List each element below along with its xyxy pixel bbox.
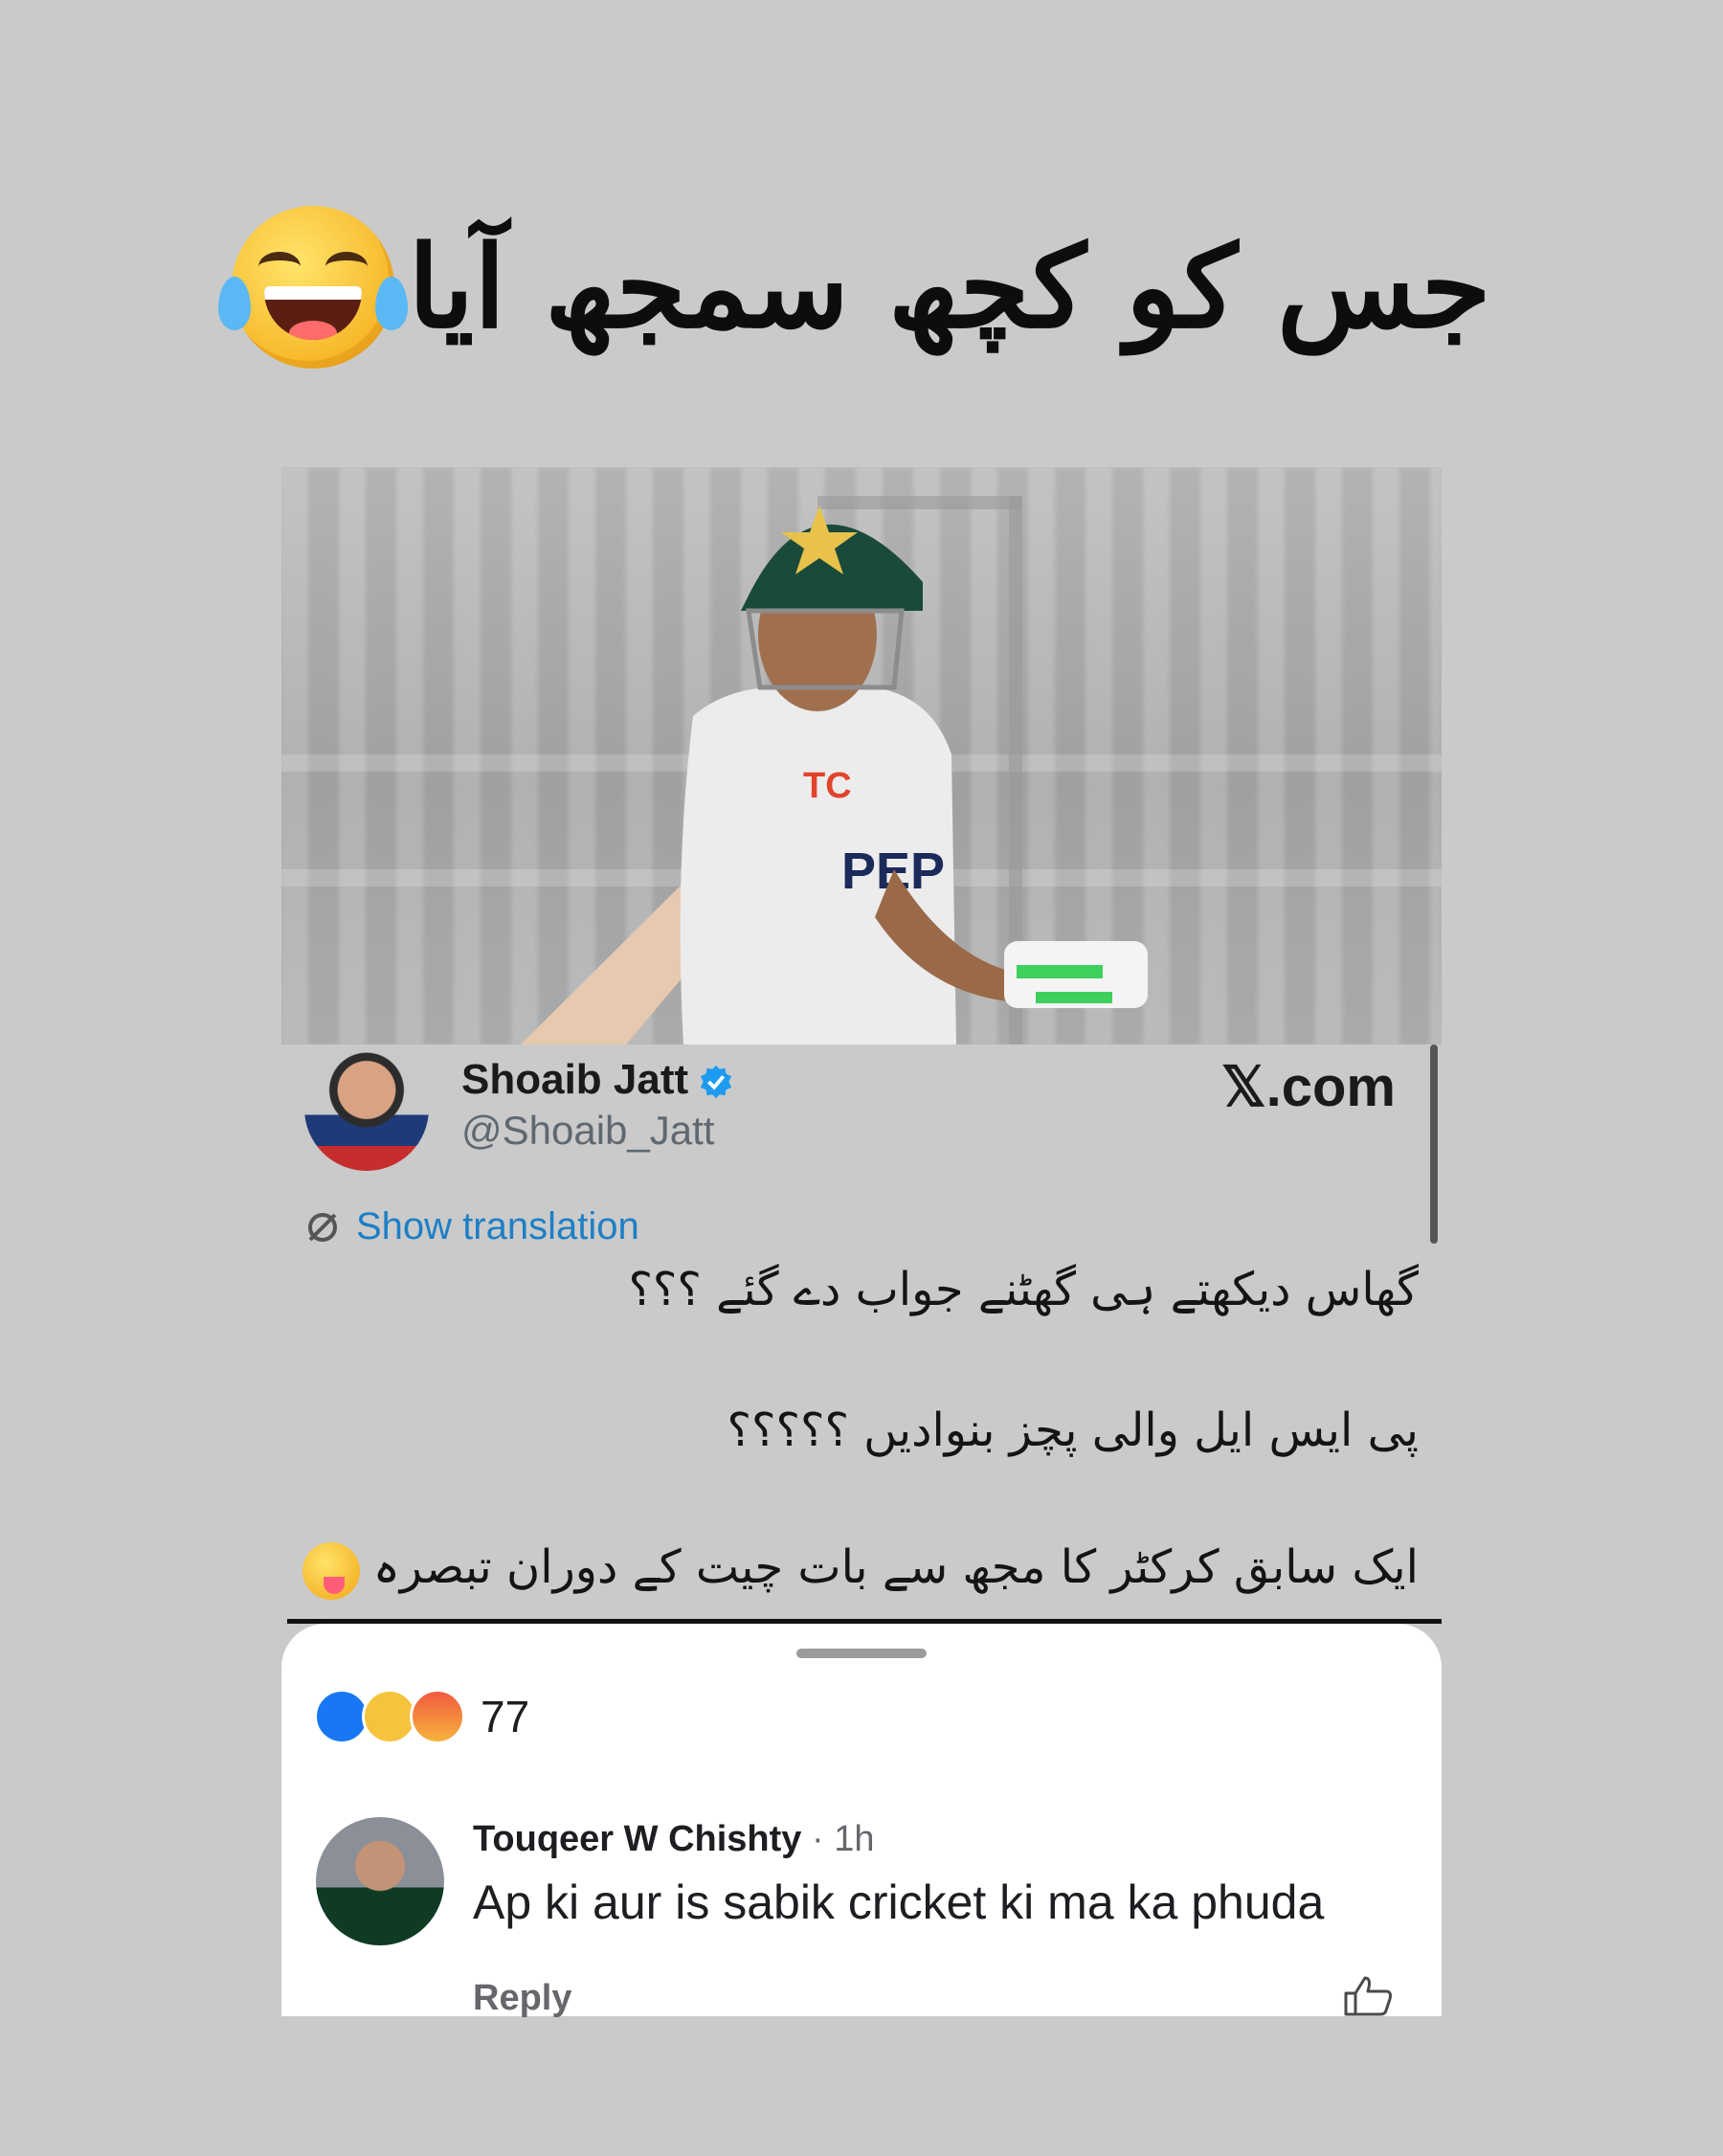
laughing-tears-emoji-icon	[218, 206, 409, 369]
author-handle[interactable]: @Shoaib_Jatt	[461, 1108, 714, 1154]
tweet-line-3-text: ایک سابق کرکٹر کا مجھ سے بات چیت کے دورا…	[372, 1540, 1419, 1594]
angry-reaction-icon	[410, 1689, 465, 1744]
winking-tongue-emoji-icon	[302, 1541, 360, 1600]
comment-time: · 1h	[811, 1819, 875, 1859]
scrollbar[interactable]	[1430, 1044, 1438, 1244]
tweet-line-1: گھاس دیکھتے ہی گھٹنے جواب دے گئے ؟؟؟	[628, 1263, 1419, 1316]
commenter-avatar[interactable]	[316, 1817, 444, 1945]
commenter-name-line[interactable]: Touqeer W Chishty · 1h	[473, 1819, 874, 1860]
show-translation-label[interactable]: Show translation	[356, 1205, 639, 1248]
reaction-count[interactable]: 77	[481, 1691, 529, 1742]
tweet-line-2: پی ایس ایل والی پچز بنوادیں ؟؟؟؟؟	[727, 1404, 1419, 1457]
translate-icon	[308, 1212, 337, 1242]
author-name-text[interactable]: Shoaib Jatt	[461, 1056, 688, 1103]
comment-text: Ap ki aur is sabik cricket ki ma ka phud…	[473, 1875, 1325, 1929]
tweet-line-3: ایک سابق کرکٹر کا مجھ سے بات چیت کے دورا…	[302, 1540, 1419, 1600]
headline: جس کو کچھ سمجھ آیا	[0, 191, 1723, 383]
reply-button[interactable]: Reply	[473, 1978, 571, 2019]
headline-text: جس کو کچھ سمجھ آیا	[408, 220, 1491, 353]
sheet-drag-handle[interactable]	[796, 1649, 927, 1658]
like-thumb-icon[interactable]	[1342, 1974, 1394, 2016]
author-name[interactable]: Shoaib Jatt	[461, 1056, 734, 1104]
post-photo: TC PEP	[281, 467, 1442, 1044]
show-translation-link[interactable]: Show translation	[304, 1205, 639, 1248]
reaction-summary[interactable]: 77	[314, 1689, 529, 1744]
comments-sheet: 77 Touqeer W Chishty · 1h Ap ki aur is s…	[281, 1624, 1442, 2019]
x-logo-source: 𝕏.com	[1220, 1056, 1396, 1118]
author-avatar[interactable]	[304, 1046, 429, 1171]
commenter-name[interactable]: Touqeer W Chishty	[473, 1819, 801, 1859]
svg-text:TC: TC	[803, 766, 852, 806]
tweet-card: Shoaib Jatt @Shoaib_Jatt 𝕏.com Show tran…	[281, 1044, 1442, 1619]
verified-badge-icon	[701, 1066, 732, 1099]
cricketer-photo: TC PEP	[521, 496, 1148, 1044]
